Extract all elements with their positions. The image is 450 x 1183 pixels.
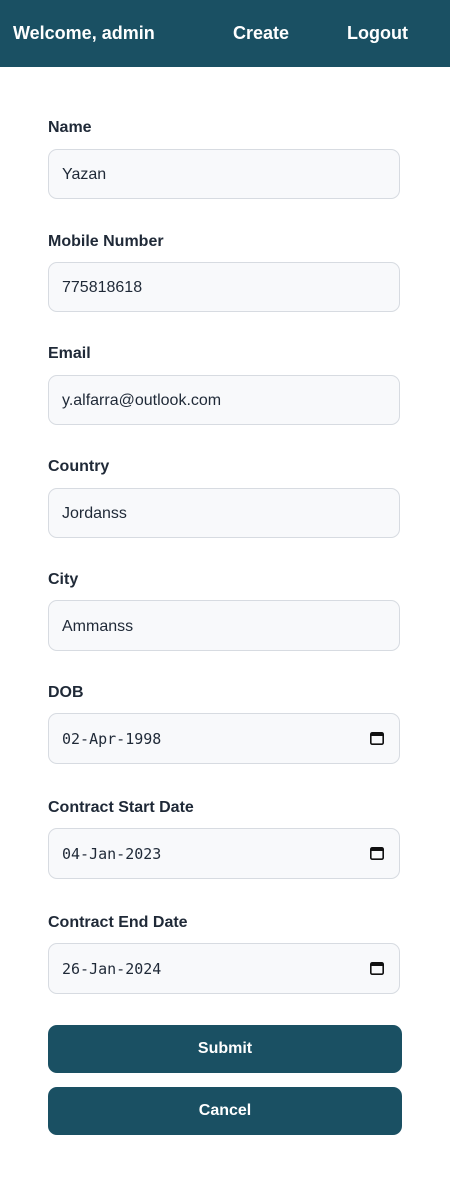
calendar-icon[interactable] — [370, 846, 384, 860]
country-input[interactable]: Jordanss — [48, 488, 400, 538]
city-input[interactable]: Ammanss — [48, 600, 400, 651]
name-input[interactable]: Yazan — [48, 149, 400, 199]
mobile-number-input[interactable]: 775818618 — [48, 262, 400, 312]
email-input[interactable]: y.alfarra@outlook.com — [48, 375, 400, 425]
cancel-button[interactable]: Cancel — [48, 1087, 402, 1135]
contract-end-value: 26-Jan-2024 — [62, 960, 162, 978]
country-label: Country — [48, 458, 110, 475]
calendar-icon[interactable] — [370, 961, 384, 975]
contract-end-input[interactable]: 26-Jan-2024 — [48, 943, 400, 994]
city-label: City — [48, 571, 79, 588]
top-navbar: Welcome, admin Create Logout — [0, 0, 450, 67]
dob-value: 02-Apr-1998 — [62, 730, 162, 748]
name-label: Name — [48, 119, 92, 136]
dob-label: DOB — [48, 684, 84, 701]
logout-link[interactable]: Logout — [347, 23, 408, 44]
create-link[interactable]: Create — [233, 23, 289, 44]
contract-start-input[interactable]: 04-Jan-2023 — [48, 828, 400, 879]
calendar-icon[interactable] — [370, 731, 384, 745]
contract-start-value: 04-Jan-2023 — [62, 845, 162, 863]
submit-button[interactable]: Submit — [48, 1025, 402, 1073]
welcome-text: Welcome, admin — [13, 23, 155, 43]
email-label: Email — [48, 345, 91, 362]
contract-end-label: Contract End Date — [48, 914, 188, 931]
mobile-number-label: Mobile Number — [48, 233, 164, 250]
dob-input[interactable]: 02-Apr-1998 — [48, 713, 400, 764]
contract-start-label: Contract Start Date — [48, 799, 194, 816]
